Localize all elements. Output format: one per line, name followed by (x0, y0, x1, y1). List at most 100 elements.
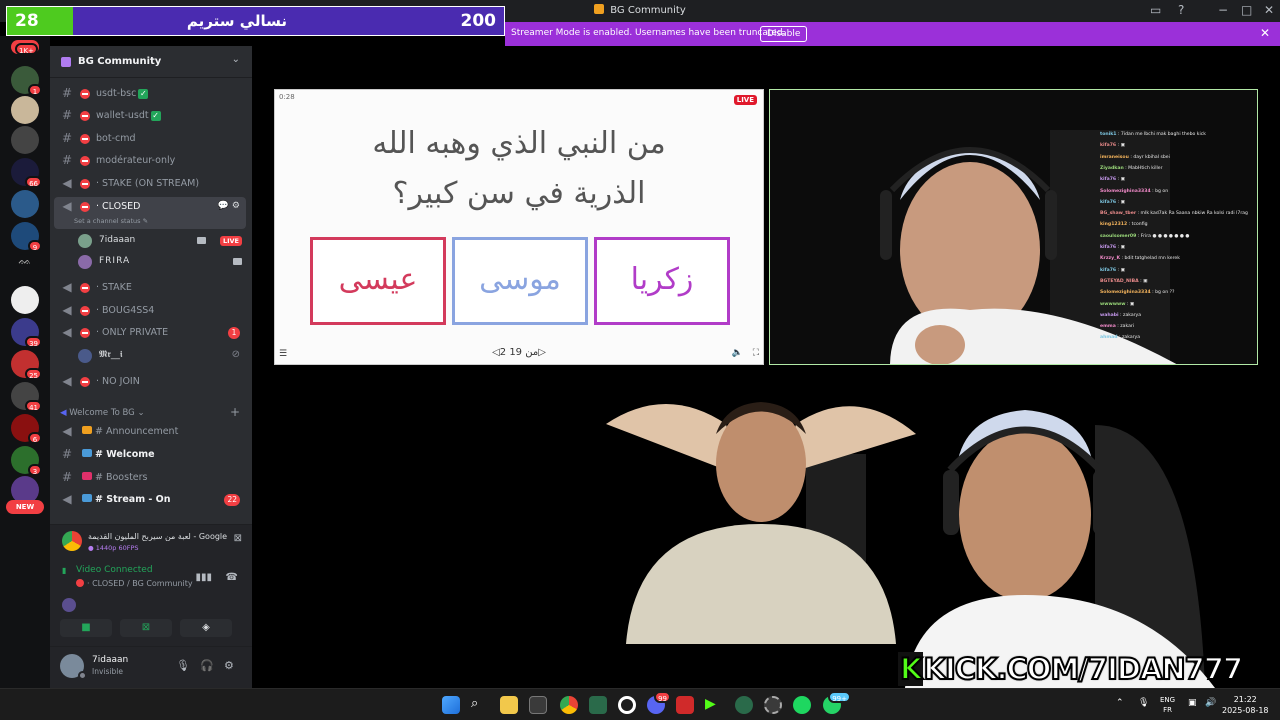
chrome-taskbar-icon[interactable] (560, 696, 578, 714)
voice-user-name: 7idaaan (99, 235, 136, 245)
volume-icon[interactable]: 🔈 (732, 348, 743, 358)
server-icon-9[interactable] (11, 286, 39, 314)
live-badge: LIVE (733, 95, 757, 105)
minimize-button[interactable]: − (1218, 3, 1228, 17)
category-welcome[interactable]: ◀ Welcome To BG ⌄ (60, 408, 145, 418)
voice-user-mr-i[interactable]: 𝕸𝖗__𝖎 ⊘ (78, 347, 246, 365)
screen-share-button[interactable]: ⊠ (120, 619, 172, 637)
add-channel-icon[interactable]: + (230, 405, 240, 419)
server-icon-2[interactable]: 1 (11, 66, 42, 96)
server-icon-8[interactable]: ᨐ (11, 254, 39, 282)
camera-button[interactable]: ■ (60, 619, 112, 637)
server-icon-10[interactable]: 39 (11, 318, 42, 348)
no-entry-icon (80, 156, 90, 166)
server-icon-5[interactable]: 66 (11, 158, 42, 188)
channel-stake-on-stream[interactable]: ◀ · STAKE (ON STREAM) (54, 174, 246, 194)
headphones-icon[interactable]: 🎧 (200, 659, 214, 672)
app-icon[interactable] (589, 696, 607, 714)
server-icon-11[interactable]: 25 (11, 350, 42, 380)
quiz-stream[interactable]: 0:28 LIVE من النبي الذي وهبه الله الذرية… (274, 89, 764, 365)
voice-user-7idaaan[interactable]: 7idaaan LIVE (78, 232, 246, 250)
windows-start-icon[interactable] (442, 696, 460, 714)
server-header[interactable]: BG Community ⌄ (50, 46, 252, 78)
channel-no-join[interactable]: ◀ · NO JOIN (54, 372, 246, 392)
webcam-stream[interactable]: tonik1 : 7idan me lbchi mak baghi thebo … (769, 89, 1258, 365)
channel-stream-on[interactable]: ◀ # Stream - On 22 (54, 490, 246, 510)
app-green-icon[interactable] (735, 696, 753, 714)
channel-status-text[interactable]: Set a channel status (74, 217, 141, 225)
voice-user-frira[interactable]: FRIRA (78, 253, 246, 271)
quiz-option-1[interactable]: عيسى (310, 237, 446, 325)
channel-boug4ss4[interactable]: ◀ · BOUG4SS4 (54, 301, 246, 321)
channel-usdt-bsc[interactable]: # usdt-bsc ✓ (54, 84, 246, 104)
emoji-icon (82, 472, 92, 480)
fullscreen-icon[interactable]: ⛶ (753, 348, 759, 358)
disable-streamer-mode-button[interactable]: Disable (760, 26, 808, 42)
channel-action-icons[interactable]: 💬 ⚙ (218, 201, 240, 211)
whatsapp-icon[interactable]: 99+ (823, 691, 851, 714)
activity-button[interactable]: ◈ (180, 619, 232, 637)
spotify-icon[interactable] (793, 696, 811, 714)
server-icon-3[interactable] (11, 96, 39, 124)
streamer-main-cam[interactable] (895, 395, 1225, 688)
server-icon-1[interactable]: 1K+ (11, 40, 39, 55)
gear-icon[interactable]: ⚙ (224, 659, 234, 672)
channel-only-private[interactable]: ◀ · ONLY PRIVATE 1 (54, 323, 246, 343)
channel-moderateur-only[interactable]: # modérateur-only (54, 151, 246, 171)
settings-taskbar-icon[interactable] (764, 696, 782, 714)
voice-channel[interactable]: · CLOSED / BG Community (76, 579, 193, 588)
server-badge: 1K+ (15, 43, 38, 55)
activity-panel[interactable]: لعبة من سيربح المليون القديمة - Google C… (50, 524, 252, 560)
server-icon-6[interactable] (11, 190, 39, 218)
maximize-button[interactable]: □ (1241, 3, 1252, 17)
close-banner-icon[interactable]: ✕ (1260, 26, 1270, 40)
channel-stake[interactable]: ◀ · STAKE (54, 278, 246, 298)
server-icon-13[interactable]: 6 (11, 414, 42, 444)
search-icon[interactable]: ⌕ (471, 696, 489, 714)
language-indicator[interactable]: ENG FR (1160, 695, 1175, 715)
inbox-icon[interactable]: ▭ (1150, 3, 1161, 17)
volume-tray-icon[interactable]: 🔊 (1205, 698, 1216, 708)
channel-bot-cmd[interactable]: # bot-cmd (54, 129, 246, 149)
server-icon-14[interactable]: 3 (11, 446, 42, 476)
user-name[interactable]: 7idaaan (92, 655, 128, 665)
whatsapp-badge: 99+ (828, 691, 851, 703)
obs-icon[interactable] (618, 696, 636, 714)
channel-announcement[interactable]: ◀ # Announcement (54, 422, 246, 442)
server-icon-7[interactable]: 9 (11, 222, 42, 252)
channel-closed[interactable]: ◀ · CLOSED 💬 ⚙ Set a channel status ✎ (54, 197, 246, 229)
voice-status[interactable]: Video Connected (76, 565, 153, 575)
friend-stream[interactable] (606, 394, 916, 644)
tray-chevron-icon[interactable]: ⌃ (1116, 698, 1124, 708)
tray-mic-icon[interactable]: 🎙 (1138, 698, 1149, 708)
chat-username: kifa76 (1100, 245, 1117, 250)
activity-quality-text: 1440p 60FPS (95, 544, 139, 552)
server-icon-4[interactable] (11, 126, 39, 154)
clock[interactable]: 21:22 2025-08-18 (1222, 694, 1269, 716)
channel-boosters[interactable]: # # Boosters (54, 468, 246, 488)
store-icon[interactable] (529, 696, 547, 714)
close-window-button[interactable]: ✕ (1264, 3, 1274, 17)
user-status-text: Invisible (92, 667, 123, 676)
disconnect-icon[interactable]: ☎ (226, 572, 238, 583)
help-icon[interactable]: ? (1178, 3, 1184, 17)
speaker-icon: ◀ (62, 176, 72, 190)
server-icon-12[interactable]: 41 (11, 382, 42, 412)
mention-badge: 22 (224, 494, 240, 506)
microphone-icon[interactable]: 🎙 (176, 659, 190, 672)
discord-taskbar-icon[interactable]: 99 (647, 691, 671, 714)
quiz-navigation[interactable]: ◁2 من 19▷ (275, 347, 763, 358)
chevron-down-icon[interactable]: ⌄ (232, 54, 240, 65)
kick-taskbar-icon[interactable]: ▶ (705, 696, 723, 714)
quiz-option-2[interactable]: موسى (452, 237, 588, 325)
network-icon[interactable]: ▣ (1188, 698, 1197, 708)
app-red-icon[interactable] (676, 696, 694, 714)
channel-wallet-usdt[interactable]: # wallet-usdt ✓ (54, 106, 246, 126)
no-entry-icon (80, 377, 90, 387)
quiz-option-3[interactable]: زكريا (594, 237, 730, 325)
noise-suppression-icon[interactable]: ▮▮▮ (195, 572, 212, 583)
stop-stream-icon[interactable]: ⊠ (234, 533, 242, 544)
channel-welcome[interactable]: # # Welcome (54, 445, 246, 465)
new-badge[interactable]: NEW (6, 500, 44, 514)
file-explorer-icon[interactable] (500, 696, 518, 714)
